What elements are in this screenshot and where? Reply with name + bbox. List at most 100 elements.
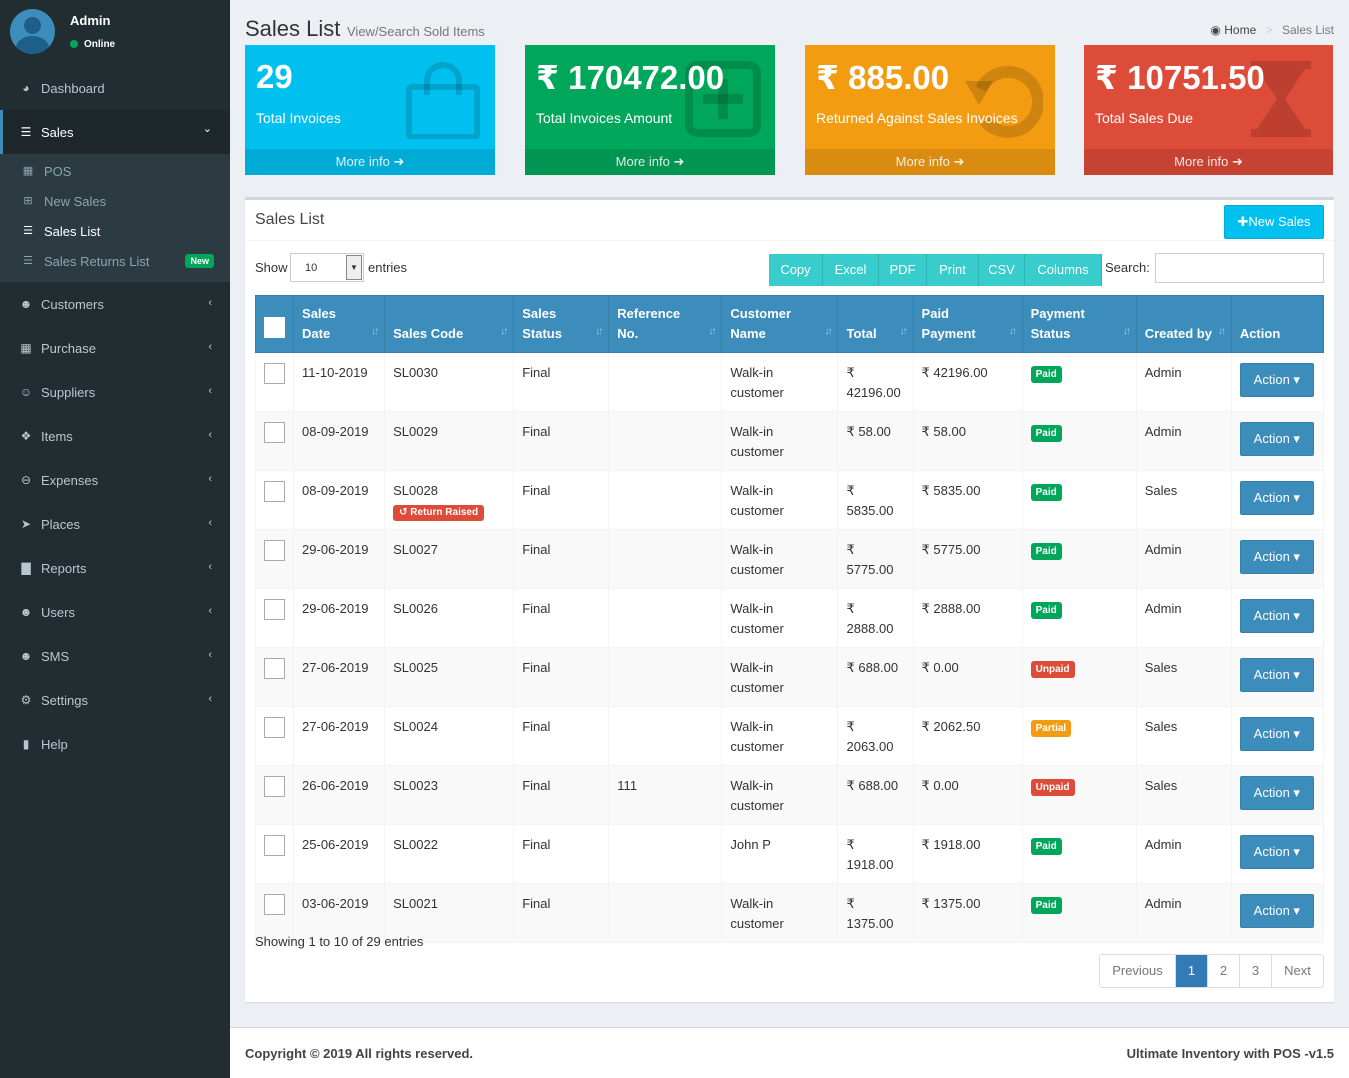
row-checkbox[interactable] — [264, 481, 285, 502]
paper-plane-icon: ➤ — [20, 517, 32, 531]
submenu-item-label: POS — [44, 163, 72, 179]
chevron-left-icon: ‹ — [208, 649, 212, 661]
bar-chart-icon: ▇ — [21, 561, 31, 575]
row-checkbox[interactable] — [264, 599, 285, 620]
table-info: Showing 1 to 10 of 29 entries — [255, 934, 424, 949]
column-header[interactable]: Payment Status ↓↑ — [1021, 295, 1137, 353]
action-button[interactable]: Action ▾ — [1239, 540, 1314, 574]
sidebar-item-users[interactable]: ☻ Users ‹ — [0, 590, 230, 634]
info-box-value: 29 — [256, 58, 293, 95]
action-button[interactable]: Action ▾ — [1239, 363, 1314, 397]
sidebar-item-places[interactable]: ➤ Places ‹ — [0, 502, 230, 546]
caret-down-icon: ▾ — [1289, 549, 1300, 564]
cell-code: SL0022 — [384, 824, 515, 884]
cell-created: Admin — [1135, 883, 1232, 943]
column-header[interactable]: Created by ↓↑ — [1135, 295, 1232, 353]
column-header[interactable]: Paid Payment ↓↑ — [912, 295, 1023, 353]
sidebar-item-help[interactable]: ▮ Help — [0, 722, 230, 766]
sidebar-item-items[interactable]: ❖ Items ‹ — [0, 414, 230, 458]
cell-code: SL0023 — [384, 765, 515, 825]
user-plus-icon: ☺ — [19, 385, 33, 399]
more-info-link[interactable]: More info ➜ — [1084, 149, 1333, 175]
page-1-button[interactable]: 1 — [1176, 955, 1208, 987]
sidebar-item-dashboard[interactable]: ◕ Dashboard — [0, 66, 230, 110]
page-3-button[interactable]: 3 — [1240, 955, 1272, 987]
search-input[interactable] — [1155, 253, 1324, 283]
copy-button[interactable]: Copy — [769, 254, 823, 286]
print-button[interactable]: Print — [927, 254, 979, 286]
sidebar-item-label: Users — [41, 604, 75, 620]
row-checkbox[interactable] — [264, 363, 285, 384]
cell-paid: ₹ 0.00 — [912, 647, 1023, 707]
row-checkbox[interactable] — [264, 658, 285, 679]
row-checkbox[interactable] — [264, 422, 285, 443]
action-button[interactable]: Action ▾ — [1239, 422, 1314, 456]
cell-paid: ₹ 2062.50 — [912, 706, 1023, 766]
new-badge: New — [185, 254, 214, 268]
submenu-item-new-sales[interactable]: ⊞ New Sales — [0, 186, 230, 216]
chevron-left-icon: ‹ — [208, 693, 212, 705]
action-button[interactable]: Action ▾ — [1239, 658, 1314, 692]
column-header[interactable]: Sales Date ↓↑ — [293, 295, 386, 353]
action-button[interactable]: Action ▾ — [1239, 599, 1314, 633]
action-button[interactable]: Action ▾ — [1239, 776, 1314, 810]
caret-down-icon: ▾ — [1289, 431, 1300, 446]
columns-button[interactable]: Columns — [1025, 254, 1102, 286]
online-dot-icon — [70, 40, 78, 49]
sidebar-item-suppliers[interactable]: ☺ Suppliers ‹ — [0, 370, 230, 414]
info-box-label: Total Invoices Amount — [536, 110, 673, 126]
entries-select[interactable]: 10 ▼ — [290, 253, 364, 282]
row-checkbox[interactable] — [264, 717, 285, 738]
more-info-link[interactable]: More info ➜ — [805, 149, 1055, 175]
submenu-item-sales-returns-list[interactable]: ☰ Sales Returns List New — [0, 246, 230, 276]
next-button[interactable]: Next — [1272, 955, 1323, 987]
chevron-left-icon: ‹ — [208, 561, 212, 573]
sidebar-item-sms[interactable]: ☻ SMS ‹ — [0, 634, 230, 678]
sidebar-item-expenses[interactable]: ⊖ Expenses ‹ — [0, 458, 230, 502]
column-header[interactable]: Sales Code ↓↑ — [384, 295, 515, 353]
action-button[interactable]: Action ▾ — [1239, 481, 1314, 515]
new-sales-button[interactable]: ✚New Sales — [1224, 205, 1324, 239]
minus-circle-icon: ⊖ — [20, 473, 32, 487]
row-checkbox[interactable] — [264, 540, 285, 561]
row-checkbox[interactable] — [264, 835, 285, 856]
payment-status-badge: Paid — [1030, 425, 1062, 442]
row-checkbox[interactable] — [264, 894, 285, 915]
previous-button[interactable]: Previous — [1100, 955, 1176, 987]
cell-status: Final — [513, 588, 610, 648]
column-header[interactable]: Reference No. ↓↑ — [608, 295, 723, 353]
more-info-link[interactable]: More info ➜ — [525, 149, 775, 175]
sidebar-item-label: Customers — [41, 296, 104, 312]
more-info-link[interactable]: More info ➜ — [245, 149, 495, 175]
excel-button[interactable]: Excel — [823, 254, 879, 286]
shopping-bag-icon — [403, 59, 483, 140]
row-checkbox[interactable] — [264, 776, 285, 797]
cell-created: Sales — [1135, 647, 1232, 707]
submenu-item-pos[interactable]: ▦ POS — [0, 156, 230, 186]
column-header[interactable]: Total ↓↑ — [837, 295, 914, 353]
cell-ref — [608, 470, 723, 530]
column-header[interactable]: Sales Status ↓↑ — [513, 295, 610, 353]
sidebar-item-settings[interactable]: ⚙ Settings ‹ — [0, 678, 230, 722]
action-button[interactable]: Action ▾ — [1239, 894, 1314, 928]
sidebar-item-sales[interactable]: ☰ Sales ⌄ — [0, 110, 230, 154]
sidebar-item-customers[interactable]: ☻ Customers ‹ — [0, 282, 230, 326]
submenu-item-sales-list[interactable]: ☰ Sales List — [0, 216, 230, 246]
page-2-button[interactable]: 2 — [1208, 955, 1240, 987]
cell-created: Admin — [1135, 529, 1232, 589]
sidebar-item-purchase[interactable]: ▦ Purchase ‹ — [0, 326, 230, 370]
sidebar-item-reports[interactable]: ▇ Reports ‹ — [0, 546, 230, 590]
payment-status-badge: Unpaid — [1030, 779, 1075, 796]
cell-pay_status: Paid — [1021, 411, 1137, 471]
csv-button[interactable]: CSV — [979, 254, 1025, 286]
breadcrumb-home[interactable]: Home — [1224, 23, 1256, 37]
column-header[interactable]: Customer Name ↓↑ — [721, 295, 839, 353]
submenu-item-label: Sales List — [44, 223, 101, 239]
action-button[interactable]: Action ▾ — [1239, 717, 1314, 751]
cell-created: Admin — [1135, 588, 1232, 648]
pdf-button[interactable]: PDF — [879, 254, 927, 286]
select-all-checkbox[interactable] — [264, 317, 285, 338]
cell-date: 29-06-2019 — [293, 529, 386, 589]
action-button[interactable]: Action ▾ — [1239, 835, 1314, 869]
cell-paid: ₹ 5835.00 — [912, 470, 1023, 530]
